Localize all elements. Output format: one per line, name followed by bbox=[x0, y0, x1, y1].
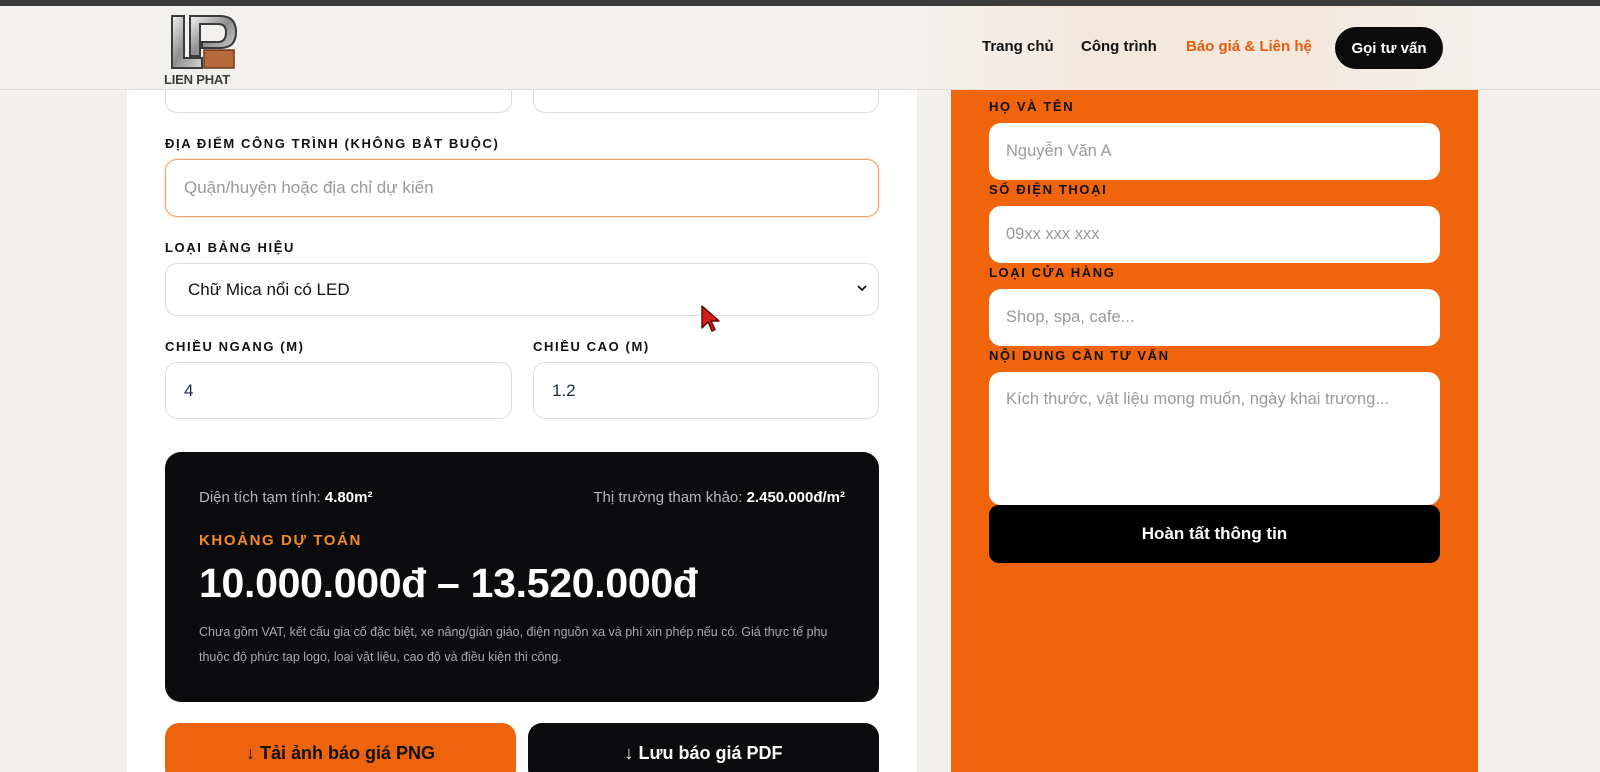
name-label: HỌ VÀ TÊN bbox=[989, 99, 1075, 114]
market-reference: Thị trường tham khảo: 2.450.000đ/m² bbox=[593, 489, 845, 506]
estimate-range: 10.000.000đ – 13.520.000đ bbox=[199, 560, 698, 606]
sign-type-value: Chữ Mica nổi có LED bbox=[188, 279, 350, 299]
shop-type-label: LOẠI CỬA HÀNG bbox=[989, 265, 1116, 280]
logo[interactable]: LIEN PHAT bbox=[164, 12, 244, 90]
shop-type-input[interactable]: Shop, spa, cafe... bbox=[989, 289, 1440, 346]
save-pdf-button[interactable]: ↓ Lưu báo giá PDF bbox=[528, 723, 879, 772]
phone-placeholder: 09xx xxx xxx bbox=[1006, 225, 1100, 243]
content-placeholder: Kích thước, vật liệu mong muốn, ngày kha… bbox=[1006, 390, 1390, 408]
nav-projects[interactable]: Công trình bbox=[1081, 38, 1157, 55]
download-png-button[interactable]: ↓ Tải ảnh báo giá PNG bbox=[165, 723, 516, 772]
nav-home[interactable]: Trang chủ bbox=[982, 38, 1054, 55]
estimate-box: Diện tích tạm tính: 4.80m² Thị trường th… bbox=[165, 452, 879, 702]
area-value: 4.80m² bbox=[324, 489, 373, 506]
width-value: 4 bbox=[184, 380, 194, 400]
estimate-title: KHOẢNG DỰ TOÁN bbox=[199, 532, 362, 549]
area-label: Diện tích tạm tính: bbox=[199, 489, 321, 506]
location-placeholder: Quận/huyện hoặc địa chỉ dự kiến bbox=[184, 178, 434, 197]
mouse-cursor-icon bbox=[701, 305, 720, 332]
height-value: 1.2 bbox=[552, 380, 576, 400]
width-input[interactable]: 4 bbox=[165, 362, 512, 419]
height-input[interactable]: 1.2 bbox=[533, 362, 879, 419]
logo-text: LIEN PHAT bbox=[164, 72, 230, 87]
location-label: ĐỊA ĐIỂM CÔNG TRÌNH (KHÔNG BẮT BUỘC) bbox=[165, 136, 500, 151]
estimate-note: Chưa gồm VAT, kết cấu gia cố đặc biệt, x… bbox=[199, 625, 828, 664]
market-value: 2.450.000đ/m² bbox=[746, 489, 845, 506]
content-label: NỘI DUNG CẦN TƯ VẤN bbox=[989, 348, 1170, 363]
height-label: CHIỀU CAO (M) bbox=[533, 339, 650, 354]
site-header: LIEN PHAT Trang chủ Công trình Báo giá &… bbox=[0, 6, 1600, 90]
call-consult-button[interactable]: Gọi tư vấn bbox=[1335, 27, 1443, 69]
name-input[interactable]: Nguyễn Văn A bbox=[989, 123, 1440, 180]
submit-button[interactable]: Hoàn tất thông tin bbox=[989, 505, 1440, 563]
logo-mark-icon bbox=[171, 15, 238, 69]
market-label: Thị trường tham khảo: bbox=[593, 489, 743, 506]
phone-label: SỐ ĐIỆN THOẠI bbox=[989, 182, 1108, 197]
location-input[interactable]: Quận/huyện hoặc địa chỉ dự kiến bbox=[165, 159, 879, 217]
phone-input[interactable]: 09xx xxx xxx bbox=[989, 206, 1440, 263]
nav-quote-contact[interactable]: Báo giá & Liên hệ bbox=[1186, 38, 1312, 55]
shop-type-placeholder: Shop, spa, cafe... bbox=[1006, 308, 1135, 326]
name-placeholder: Nguyễn Văn A bbox=[1006, 142, 1112, 160]
area-estimate: Diện tích tạm tính: 4.80m² bbox=[199, 489, 372, 506]
sign-type-select[interactable]: Chữ Mica nổi có LED bbox=[165, 263, 879, 316]
width-label: CHIỀU NGANG (M) bbox=[165, 339, 305, 354]
content-textarea[interactable]: Kích thước, vật liệu mong muốn, ngày kha… bbox=[989, 372, 1440, 505]
sign-type-label: LOẠI BẢNG HIỆU bbox=[165, 240, 296, 255]
chevron-down-icon bbox=[857, 285, 867, 292]
